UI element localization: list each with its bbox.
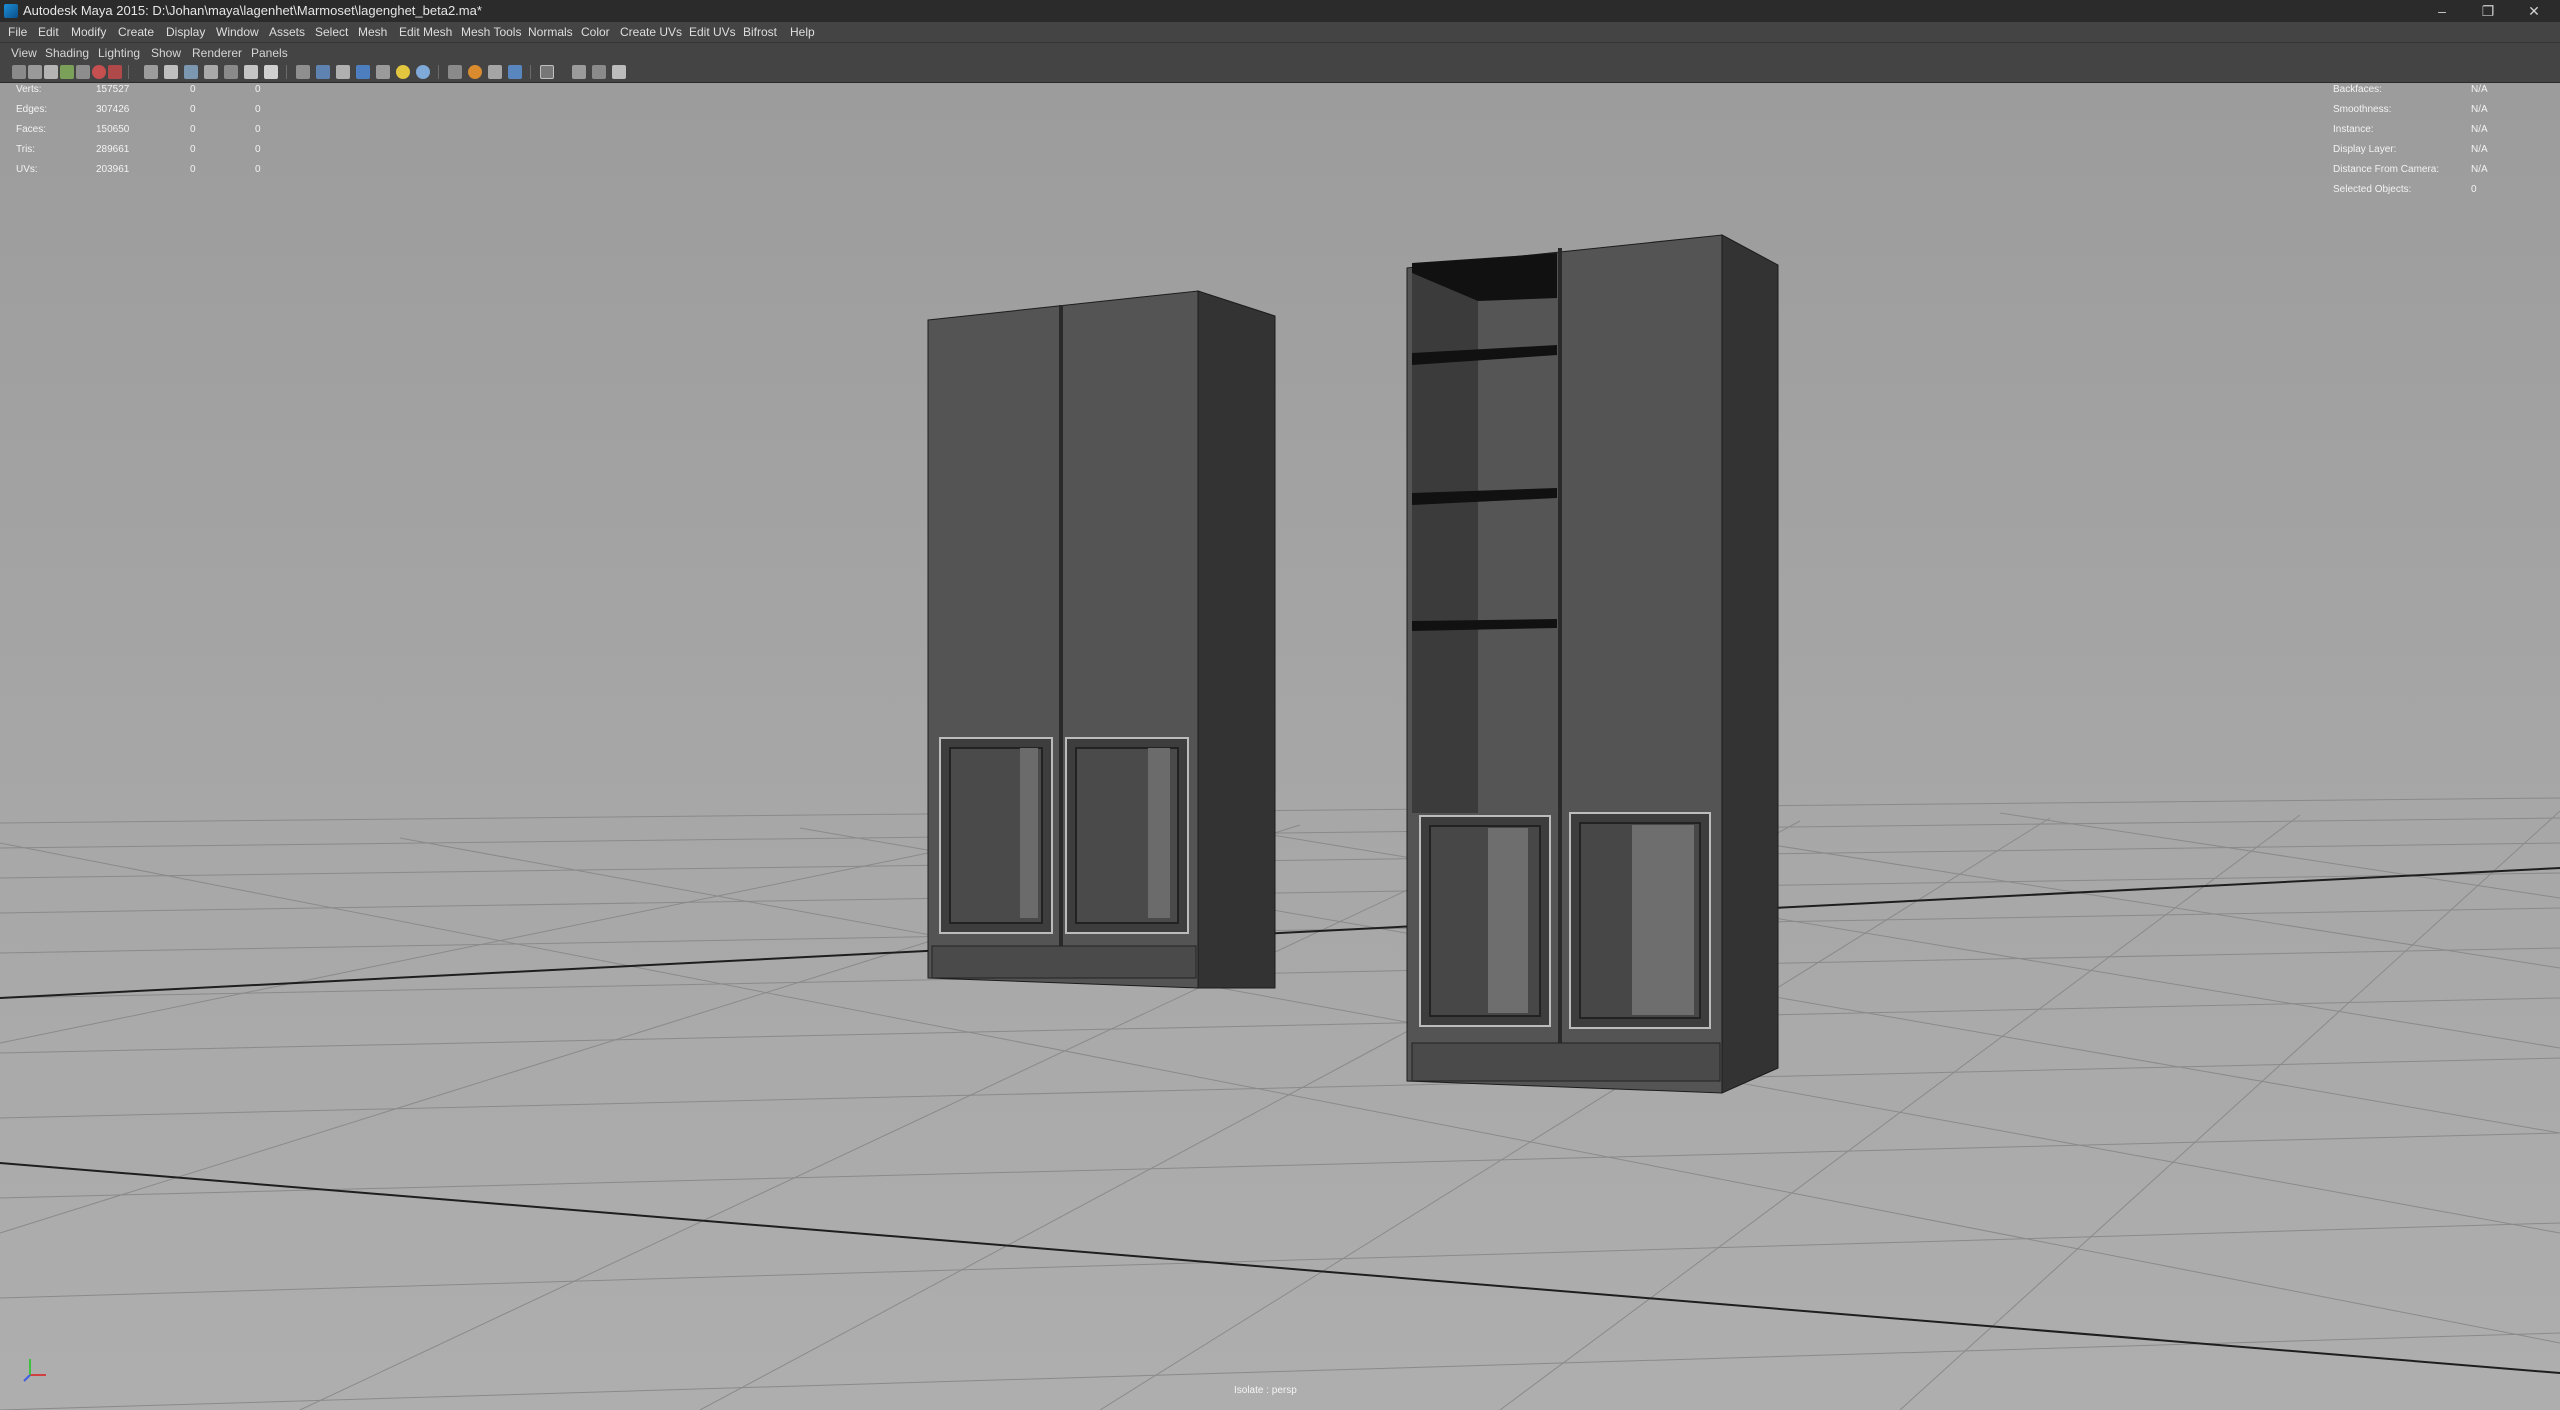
- right-cabinet-side: [1721, 234, 1779, 1094]
- hud-row-instance: Instance: N/A: [2333, 124, 2488, 135]
- grid-icon[interactable]: [144, 65, 158, 79]
- menu-create[interactable]: Create: [118, 22, 154, 42]
- right-cabinet-glass-reflection-1: [1488, 828, 1528, 1013]
- menu-file[interactable]: File: [8, 22, 27, 42]
- menu-help[interactable]: Help: [790, 22, 815, 42]
- hud-row-uvs: UVs: 203961 0 0: [16, 164, 261, 175]
- bookmarks-icon[interactable]: [44, 65, 58, 79]
- main-menu-bar: File Edit Modify Create Display Window A…: [0, 22, 2560, 42]
- anti-aliasing-icon[interactable]: [508, 65, 522, 79]
- left-cabinet-glass-reflection-1: [1020, 748, 1038, 918]
- default-light-icon[interactable]: [396, 65, 410, 79]
- toolbar-separator: [438, 65, 439, 79]
- menu-create-uvs[interactable]: Create UVs: [620, 22, 682, 42]
- hud-row-distance-from-camera: Distance From Camera: N/A: [2333, 164, 2488, 175]
- gate-mask-icon[interactable]: [204, 65, 218, 79]
- restore-button[interactable]: ❐: [2466, 0, 2510, 22]
- menu-color[interactable]: Color: [581, 22, 610, 42]
- hud-row-selected-objects: Selected Objects: 0: [2333, 184, 2477, 195]
- hud-row-verts: Verts: 157527 0 0: [16, 84, 261, 95]
- smooth-shade-icon[interactable]: [316, 65, 330, 79]
- xray-joints-icon[interactable]: [572, 65, 586, 79]
- xray-icon[interactable]: [448, 65, 462, 79]
- menu-modify[interactable]: Modify: [71, 22, 106, 42]
- isolate-select-icon[interactable]: [540, 65, 554, 79]
- view-axis-icon: [23, 1359, 46, 1382]
- menu-bifrost[interactable]: Bifrost: [743, 22, 777, 42]
- menu-mesh[interactable]: Mesh: [358, 22, 387, 42]
- resolution-gate-icon[interactable]: [184, 65, 198, 79]
- right-cabinet: [1406, 234, 1779, 1094]
- menu-select[interactable]: Select: [315, 22, 348, 42]
- wireframe-icon[interactable]: [296, 65, 310, 79]
- panel-menu-panels[interactable]: Panels: [251, 43, 288, 63]
- hud-row-edges: Edges: 307426 0 0: [16, 104, 261, 115]
- panel-menu-bar: View Shading Lighting Show Renderer Pane…: [0, 42, 2560, 63]
- use-all-lights-icon[interactable]: [376, 65, 390, 79]
- hud-row-smoothness: Smoothness: N/A: [2333, 104, 2488, 115]
- motion-blur-icon[interactable]: [488, 65, 502, 79]
- camera-label: Isolate : persp: [1234, 1385, 1297, 1396]
- menu-normals[interactable]: Normals: [528, 22, 573, 42]
- hud-row-backfaces: Backfaces: N/A: [2333, 84, 2488, 95]
- left-cabinet: [927, 290, 1276, 989]
- menu-display[interactable]: Display: [166, 22, 205, 42]
- camera-attributes-icon[interactable]: [28, 65, 42, 79]
- panel-menu-lighting[interactable]: Lighting: [98, 43, 140, 63]
- menu-assets[interactable]: Assets: [269, 22, 305, 42]
- left-cabinet-side: [1197, 290, 1276, 989]
- toolbar-separator: [286, 65, 287, 79]
- title-bar: Autodesk Maya 2015: D:\Johan\maya\lagenh…: [0, 0, 2560, 22]
- menu-edit[interactable]: Edit: [38, 22, 59, 42]
- xray-active-components-icon[interactable]: [592, 65, 606, 79]
- minimize-button[interactable]: –: [2420, 0, 2464, 22]
- panel-menu-renderer[interactable]: Renderer: [192, 43, 242, 63]
- left-cabinet-glass-reflection-2: [1148, 748, 1170, 918]
- panel-menu-view[interactable]: View: [11, 43, 37, 63]
- select-camera-icon[interactable]: [12, 65, 26, 79]
- panel-menu-shading[interactable]: Shading: [45, 43, 89, 63]
- scene-canvas[interactable]: [0, 83, 2560, 1410]
- wireframe-on-shaded-icon[interactable]: [336, 65, 350, 79]
- shadows-icon[interactable]: [416, 65, 430, 79]
- right-cabinet-glass-reflection-2: [1632, 825, 1694, 1015]
- safe-action-icon[interactable]: [244, 65, 258, 79]
- window-title: Autodesk Maya 2015: D:\Johan\maya\lagenh…: [23, 3, 482, 18]
- hud-row-faces: Faces: 150650 0 0: [16, 124, 261, 135]
- field-chart-icon[interactable]: [224, 65, 238, 79]
- panel-menu-show[interactable]: Show: [151, 43, 181, 63]
- right-cabinet-shelf-back: [1478, 298, 1558, 813]
- textured-icon[interactable]: [356, 65, 370, 79]
- camera-pan-icon[interactable]: [108, 65, 122, 79]
- safe-title-icon[interactable]: [264, 65, 278, 79]
- image-plane-icon[interactable]: [60, 65, 74, 79]
- perspective-viewport[interactable]: Verts: 157527 0 0 Edges: 307426 0 0 Faces: 1506…: [0, 83, 2560, 1410]
- ambient-occlusion-icon[interactable]: [468, 65, 482, 79]
- menu-window[interactable]: Window: [216, 22, 259, 42]
- film-gate-icon[interactable]: [164, 65, 178, 79]
- toolbar-separator: [128, 65, 129, 79]
- hud-row-tris: Tris: 289661 0 0: [16, 144, 261, 155]
- grease-pencil-icon[interactable]: [92, 65, 106, 79]
- hud-poly-count: Verts: 157527 0 0 Edges: 307426 0 0 Faces: 1506…: [16, 83, 276, 180]
- hud-object-details: Backfaces: N/A Smoothness: N/A Instance: N/…: [2333, 83, 2533, 200]
- hud-row-display-layer: Display Layer: N/A: [2333, 144, 2488, 155]
- toolbar-separator: [530, 65, 531, 79]
- panel-toolbar: [0, 62, 2560, 83]
- share-icon[interactable]: [612, 65, 626, 79]
- menu-edit-uvs[interactable]: Edit UVs: [689, 22, 736, 42]
- two-d-pan-zoom-icon[interactable]: [76, 65, 90, 79]
- menu-mesh-tools[interactable]: Mesh Tools: [461, 22, 521, 42]
- viewport-background: [0, 83, 2560, 1410]
- right-cabinet-plinth: [1411, 1042, 1721, 1082]
- left-cabinet-plinth: [931, 945, 1197, 979]
- maya-app-icon: [4, 4, 18, 18]
- close-button[interactable]: ✕: [2512, 0, 2556, 22]
- menu-edit-mesh[interactable]: Edit Mesh: [399, 22, 452, 42]
